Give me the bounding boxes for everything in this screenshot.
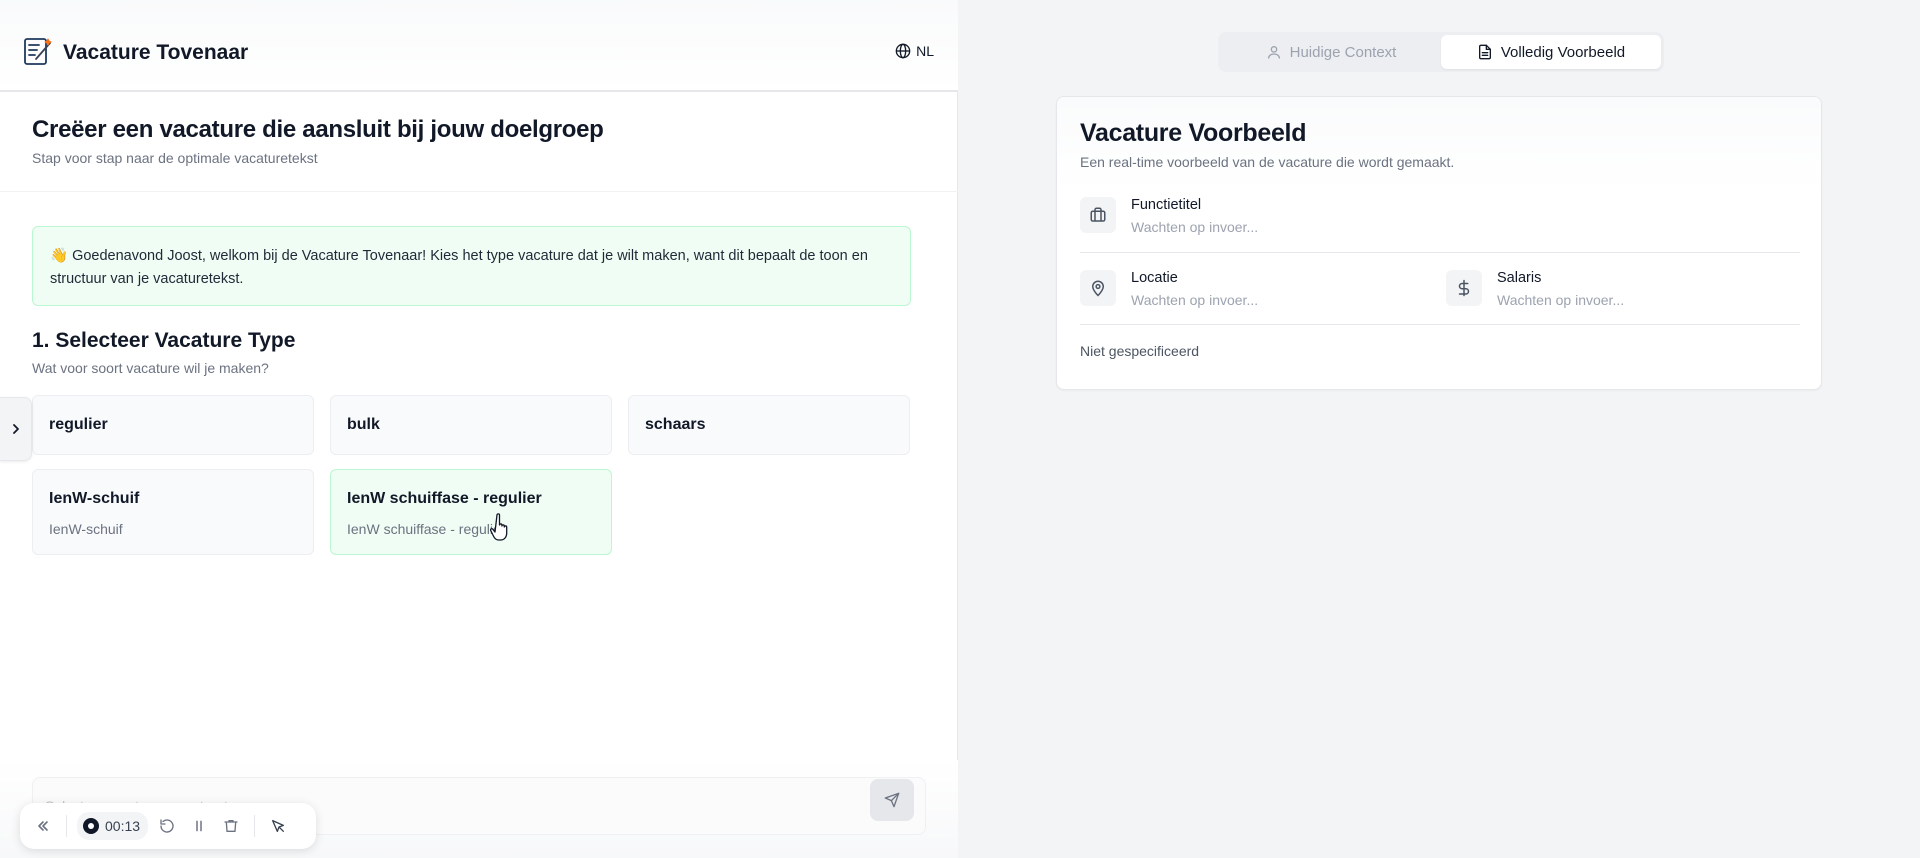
- user-icon: [1267, 46, 1280, 59]
- waving-hand-icon: 👋: [50, 248, 69, 264]
- field-salaris: Salaris Wachten op invoer...: [1446, 270, 1624, 308]
- card-title: IenW-schuif: [49, 490, 140, 507]
- recording-time: 00:13: [105, 818, 141, 834]
- vacancy-type-card-bulk[interactable]: bulk: [330, 395, 612, 455]
- divider: [1080, 252, 1800, 253]
- field-label: Functietitel: [1131, 197, 1202, 213]
- field-locatie: Locatie Wachten op invoer...: [1080, 270, 1258, 308]
- field-value: Wachten op invoer...: [1497, 292, 1625, 308]
- pause-recording-button[interactable]: [186, 813, 212, 839]
- preview-footer-text: Niet gespecificeerd: [1080, 343, 1200, 359]
- tab-huidige-context[interactable]: Huidige Context: [1221, 35, 1441, 69]
- field-value: Wachten op invoer...: [1131, 292, 1259, 308]
- hand-pointer-cursor-icon: [489, 512, 514, 544]
- map-pin-icon: [1080, 270, 1116, 306]
- pointer-tool-button[interactable]: [265, 813, 291, 839]
- globe-icon: [895, 43, 911, 59]
- language-label: NL: [916, 43, 934, 59]
- preview-title: Vacature Voorbeeld: [1080, 119, 1307, 147]
- dollar-icon: [1446, 270, 1482, 306]
- welcome-text: Goedenavond Joost, welkom bij de Vacatur…: [50, 248, 868, 287]
- divider: [1080, 324, 1800, 325]
- wizard-panel: Vacature Tovenaar NL Creëer een vacature…: [0, 0, 958, 858]
- card-subtitle: IenW-schuif: [49, 521, 123, 537]
- restart-recording-button[interactable]: [154, 813, 180, 839]
- vacancy-type-card-ienw-schuiffase-regulier[interactable]: IenW schuiffase - regulier IenW schuiffa…: [330, 469, 612, 555]
- screen-recorder-toolbar: 00:13: [20, 803, 316, 849]
- briefcase-icon: [1080, 197, 1116, 233]
- sidebar-expand-button[interactable]: [0, 397, 32, 461]
- page-title: Creëer een vacature die aansluit bij jou…: [32, 116, 604, 143]
- field-label: Salaris: [1497, 270, 1542, 286]
- double-chevron-left-icon: [38, 821, 48, 831]
- document-icon: [1478, 44, 1491, 60]
- step-subtitle: Wat voor soort vacature wil je maken?: [32, 360, 269, 376]
- toolbar-divider: [66, 815, 67, 837]
- page-subtitle: Stap voor stap naar de optimale vacature…: [32, 150, 318, 166]
- card-subtitle: IenW schuiffase - regulier: [347, 521, 506, 537]
- app-root: Vacature Tovenaar NL Creëer een vacature…: [0, 0, 1920, 858]
- delete-recording-button[interactable]: [218, 813, 244, 839]
- chevron-right-icon: [12, 424, 19, 434]
- field-functietitel: Functietitel Wachten op invoer...: [1080, 197, 1258, 235]
- card-title: IenW schuiffase - regulier: [347, 490, 542, 507]
- welcome-message: 👋 Goedenavond Joost, welkom bij de Vacatu…: [32, 226, 911, 306]
- send-icon: [884, 792, 900, 808]
- collapse-toolbar-button[interactable]: [30, 813, 56, 839]
- preview-header: Vacature Voorbeeld Een real-time voorbee…: [1057, 97, 1821, 193]
- top-bar: Vacature Tovenaar NL: [0, 0, 958, 92]
- pause-icon: [196, 820, 202, 832]
- language-switcher[interactable]: NL: [895, 43, 934, 59]
- vacancy-type-card-regulier[interactable]: regulier: [32, 395, 314, 455]
- recording-timer: 00:13: [77, 812, 149, 840]
- vacancy-type-card-ienw-schuif[interactable]: IenW-schuif IenW-schuif: [32, 469, 314, 555]
- tab-volledig-voorbeeld[interactable]: Volledig Voorbeeld: [1441, 35, 1661, 69]
- preview-tabs: Huidige Context Volledig Voorbeeld: [1218, 32, 1664, 72]
- page-header: Creëer een vacature die aansluit bij jou…: [0, 94, 958, 192]
- toolbar-divider: [254, 815, 256, 837]
- card-title: bulk: [347, 416, 380, 433]
- preview-subtitle: Een real-time voorbeeld van de vacature …: [1080, 154, 1455, 170]
- field-label: Locatie: [1131, 270, 1178, 286]
- rotate-ccw-icon: [160, 819, 174, 833]
- cursor-arrow-icon: [272, 820, 285, 832]
- field-value: Wachten op invoer...: [1131, 219, 1259, 235]
- tab-label: Huidige Context: [1289, 43, 1397, 61]
- vacancy-preview-card: Vacature Voorbeeld Een real-time voorbee…: [1056, 96, 1822, 390]
- card-title: schaars: [645, 416, 706, 433]
- tab-label: Volledig Voorbeeld: [1500, 43, 1626, 61]
- preview-panel: Huidige Context Volledig Voorbeeld Vacat…: [959, 0, 1920, 858]
- record-icon: [83, 818, 99, 834]
- trash-icon: [224, 820, 238, 832]
- step-title: 1. Selecteer Vacature Type: [32, 329, 296, 352]
- vacancy-type-card-schaars[interactable]: schaars: [628, 395, 910, 455]
- app-title: Vacature Tovenaar: [63, 41, 249, 64]
- card-title: regulier: [49, 416, 108, 433]
- send-button[interactable]: [870, 779, 914, 821]
- wand-document-logo-icon: [22, 35, 54, 67]
